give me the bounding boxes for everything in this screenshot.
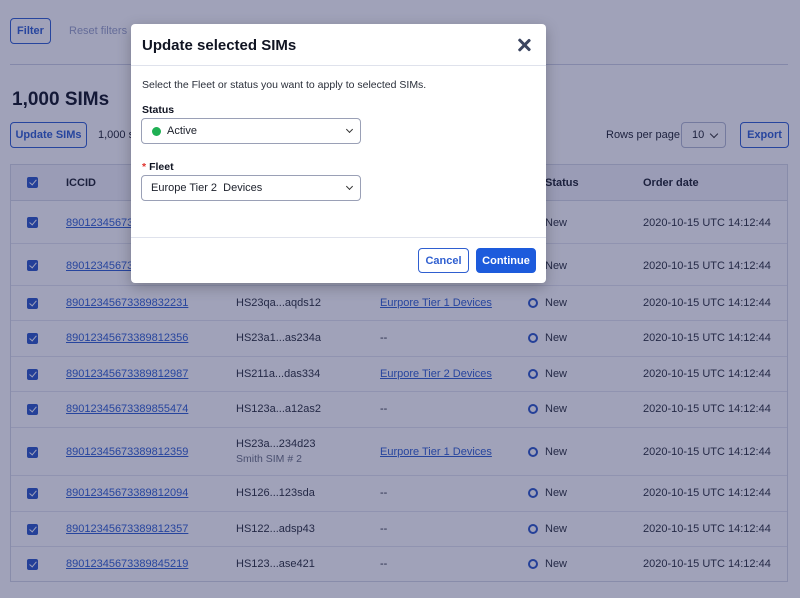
status-field-label: Status: [142, 104, 175, 116]
fleet-select[interactable]: Europe Tier 2 Devices: [141, 175, 361, 201]
dialog-description: Select the Fleet or status you want to a…: [142, 79, 427, 91]
required-asterisk: *: [142, 161, 147, 173]
chevron-down-icon: [345, 182, 354, 191]
fleet-label-text: Fleet: [149, 161, 174, 173]
dialog-footer-divider: [131, 237, 546, 238]
update-sims-dialog: Update selected SIMs Select the Fleet or…: [131, 24, 546, 283]
chevron-down-icon: [345, 125, 354, 134]
continue-button[interactable]: Continue: [476, 248, 536, 273]
green-dot-icon: [152, 126, 161, 136]
dialog-title: Update selected SIMs: [142, 37, 297, 54]
fleet-select-value: Europe Tier 2 Devices: [151, 182, 263, 194]
status-select-value: Active: [167, 125, 197, 137]
fleet-field-label: * Fleet: [142, 161, 174, 173]
close-icon[interactable]: [517, 38, 531, 52]
dialog-header-divider: [131, 65, 546, 66]
status-select[interactable]: Active: [141, 118, 361, 144]
cancel-button[interactable]: Cancel: [418, 248, 469, 273]
